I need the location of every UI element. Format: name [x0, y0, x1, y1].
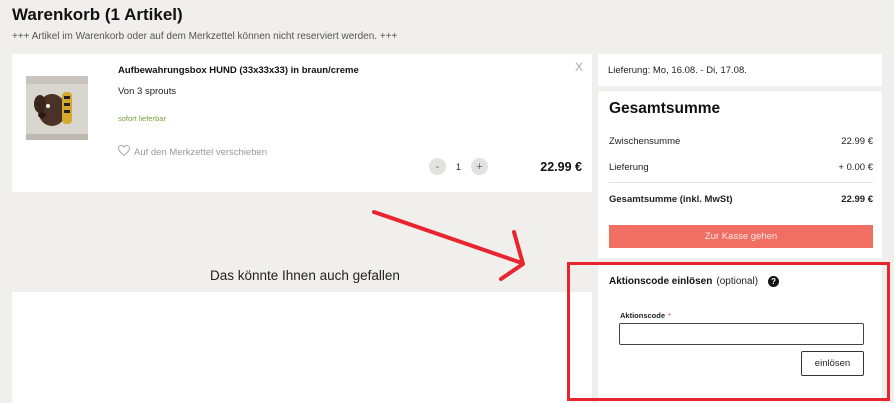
dog-storage-box-image[interactable] — [22, 70, 92, 146]
product-name-link[interactable]: Aufbewahrungsbox HUND (33x33x33) in brau… — [118, 65, 359, 76]
shipping-value: + 0.00 € — [838, 162, 873, 173]
remove-item-button[interactable]: X — [575, 60, 583, 74]
recommendations-title: Das könnte Ihnen auch gefallen — [210, 268, 400, 283]
move-to-wishlist-link[interactable]: Auf den Merkzettel verschieben — [117, 144, 268, 159]
page-title: Warenkorb (1 Artikel) — [12, 5, 183, 24]
wishlist-label: Auf den Merkzettel verschieben — [134, 146, 268, 158]
item-price: 22.99 € — [540, 160, 582, 174]
promo-field-label: Aktionscode * — [620, 311, 671, 320]
promo-field-label-text: Aktionscode — [620, 311, 666, 320]
delivery-text: Lieferung: Mo, 16.08. - Di, 17.08. — [608, 65, 747, 76]
stock-status: sofort lieferbar — [118, 114, 166, 123]
delivery-estimate: Lieferung: Mo, 16.08. - Di, 17.08. — [598, 54, 882, 86]
promo-title-bold: Aktionscode einlösen — [609, 276, 713, 287]
checkout-button[interactable]: Zur Kasse gehen — [609, 225, 873, 248]
quantity-value: 1 — [456, 161, 462, 172]
grand-total-value: 22.99 € — [841, 194, 873, 205]
promo-title: Aktionscode einlösen (optional) ? — [609, 276, 780, 287]
redeem-button[interactable]: einlösen — [801, 351, 864, 376]
heart-icon — [117, 144, 131, 159]
subtotal-row: Zwischensumme 22.99 € — [609, 136, 873, 147]
subtotal-label: Zwischensumme — [609, 136, 681, 147]
help-icon[interactable]: ? — [768, 276, 780, 287]
qty-decrease-button[interactable]: - — [429, 158, 446, 175]
promo-code-panel: Aktionscode einlösen (optional) ? Aktion… — [598, 265, 882, 403]
summary-divider — [609, 182, 873, 183]
product-vendor: Von 3 sprouts — [118, 86, 177, 97]
subtotal-value: 22.99 € — [841, 136, 873, 147]
promo-code-input[interactable] — [619, 323, 864, 345]
shipping-row: Lieferung + 0.00 € — [609, 162, 873, 173]
grand-total-label: Gesamtsumme (inkl. MwSt) — [609, 194, 733, 205]
shipping-label: Lieferung — [609, 162, 649, 173]
qty-increase-button[interactable]: + — [471, 158, 489, 175]
reservation-notice: +++ Artikel im Warenkorb oder auf dem Me… — [12, 31, 398, 42]
order-summary: Gesamtsumme Zwischensumme 22.99 € Liefer… — [598, 91, 882, 258]
recommendations-area — [12, 292, 592, 403]
cart-item-card: Aufbewahrungsbox HUND (33x33x33) in brau… — [12, 54, 592, 192]
grand-total-row: Gesamtsumme (inkl. MwSt) 22.99 € — [609, 194, 873, 205]
required-mark: * — [668, 311, 671, 320]
quantity-stepper: - 1 + — [429, 158, 489, 175]
promo-title-optional: (optional) — [716, 276, 759, 287]
summary-title: Gesamtsumme — [609, 100, 721, 117]
